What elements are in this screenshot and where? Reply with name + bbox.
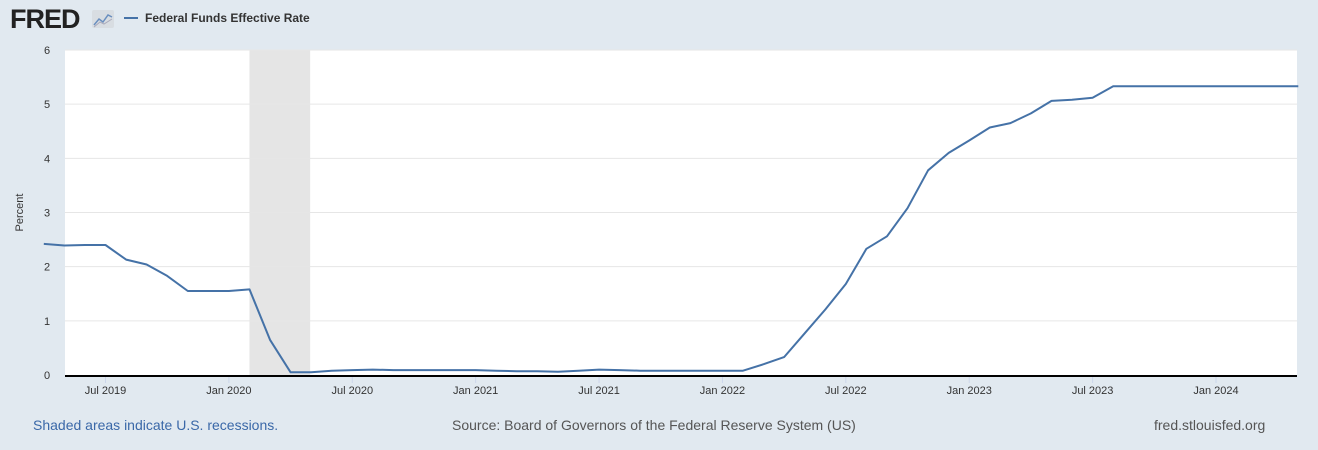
x-tick-label: Jan 2022: [700, 385, 745, 397]
x-tick-label: Jul 2022: [825, 385, 867, 397]
source-text: Source: Board of Governors of the Federa…: [452, 417, 856, 433]
line-chart: 0 1 2 3 4 5 6 Jul 2019 Jan 2020 Jul 2020 Jan 2021 J…: [14, 45, 1299, 397]
y-tick-label: 0: [44, 370, 50, 382]
x-tick-label: Jul 2020: [331, 385, 373, 397]
x-tick-label: Jul 2021: [578, 385, 620, 397]
x-tick-label: Jul 2019: [85, 385, 127, 397]
y-tick-label: 2: [44, 262, 50, 274]
y-tick-label: 1: [44, 316, 50, 328]
x-tick-label: Jan 2020: [206, 385, 251, 397]
site-link[interactable]: fred.stlouisfed.org: [1154, 417, 1265, 433]
y-tick-label: 5: [44, 99, 50, 111]
y-axis-label: Percent: [14, 194, 26, 232]
x-tick-label: Jan 2024: [1193, 385, 1238, 397]
x-tick-label: Jul 2023: [1072, 385, 1114, 397]
x-tick-label: Jan 2021: [453, 385, 498, 397]
y-tick-label: 4: [44, 153, 50, 165]
y-tick-label: 6: [44, 45, 50, 57]
x-tick-label: Jan 2023: [947, 385, 992, 397]
recession-note-link[interactable]: Shaded areas indicate U.S. recessions.: [33, 417, 278, 433]
y-tick-label: 3: [44, 208, 50, 220]
